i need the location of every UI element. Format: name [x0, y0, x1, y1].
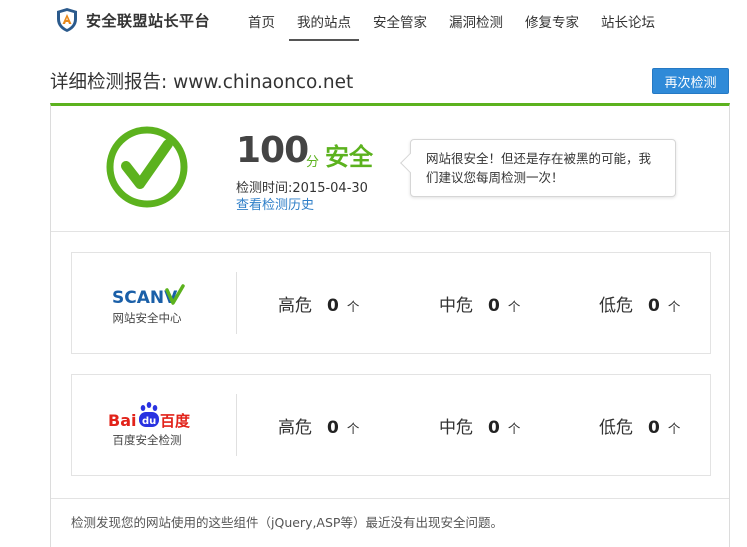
risk-label: 中危: [439, 418, 473, 438]
score-unit: 分: [306, 155, 320, 170]
baidu-medium-risk: 中危 0 个: [439, 413, 520, 438]
nav-repair-expert[interactable]: 修复专家: [517, 0, 587, 41]
recheck-button[interactable]: 再次检测: [652, 68, 729, 94]
scanv-logo: SCANV 网站安全中心: [72, 253, 237, 353]
nav-my-sites[interactable]: 我的站点: [289, 0, 359, 41]
risk-label: 低危: [599, 418, 633, 438]
risk-count: 0: [648, 296, 660, 316]
baidu-high-risk: 高危 0 个: [278, 413, 359, 438]
nav-home[interactable]: 首页: [240, 0, 283, 41]
divider: [236, 394, 237, 456]
risk-count: 0: [327, 418, 339, 438]
page-title: 详细检测报告: www.chinaonco.net: [50, 72, 354, 93]
nav-forum[interactable]: 站长论坛: [593, 0, 663, 41]
brand-name: 安全联盟站长平台: [86, 11, 211, 30]
advice-bubble: 网站很安全！但还是存在被黑的可能，我们建议您每周检测一次！: [400, 139, 676, 197]
risk-count: 0: [488, 418, 500, 438]
safe-check-icon: [106, 126, 188, 208]
nav-security-keeper[interactable]: 安全管家: [365, 0, 435, 41]
report-panel: 100 分 安全 检测时间:2015-04-30 查看检测历史 网站很安全！但还…: [50, 103, 730, 547]
risk-unit: 个: [507, 299, 521, 314]
risk-unit: 个: [667, 421, 681, 436]
main-nav: 首页 我的站点 安全管家 漏洞检测 修复专家 站长论坛: [240, 0, 669, 41]
risk-count: 0: [327, 296, 339, 316]
baidu-paw-logo-icon: Bai du 百度: [108, 402, 191, 430]
svg-text:Bai: Bai: [108, 411, 136, 430]
security-score: 100: [236, 130, 309, 171]
risk-unit: 个: [507, 421, 521, 436]
view-history-link[interactable]: 查看检测历史: [236, 194, 314, 213]
component-note: 检测发现您的网站使用的这些组件（jQuery,ASP等）最近没有出现安全问题。: [51, 498, 729, 540]
scanv-medium-risk: 中危 0 个: [439, 291, 520, 316]
scanv-high-risk: 高危 0 个: [278, 291, 359, 316]
engine-card-scanv: SCANV 网站安全中心 高危 0 个 中危 0 个 低危 0 个: [71, 252, 711, 354]
shield-logo-icon: [57, 8, 77, 32]
risk-unit: 个: [346, 421, 360, 436]
engine-card-baidu: Bai du 百度 百度安全检测 高危 0 个 中危 0 个 低危 0 个: [71, 374, 711, 476]
risk-label: 中危: [439, 296, 473, 316]
svg-text:du: du: [142, 416, 156, 427]
scanv-name: 网站安全中心: [112, 311, 182, 325]
divider: [236, 272, 237, 334]
baidu-low-risk: 低危 0 个: [599, 413, 680, 438]
status-label: 安全: [325, 143, 373, 171]
risk-unit: 个: [346, 299, 360, 314]
svg-text:百度: 百度: [160, 412, 191, 430]
score-summary: 100 分 安全 检测时间:2015-04-30 查看检测历史 网站很安全！但还…: [51, 106, 729, 232]
top-navigation: 安全联盟站长平台 首页 我的站点 安全管家 漏洞检测 修复专家 站长论坛: [0, 0, 747, 44]
risk-count: 0: [648, 418, 660, 438]
baidu-name: 百度安全检测: [112, 433, 182, 447]
bubble-arrow: [400, 153, 420, 173]
scanv-low-risk: 低危 0 个: [599, 291, 680, 316]
nav-vuln-scan[interactable]: 漏洞检测: [441, 0, 511, 41]
baidu-logo: Bai du 百度 百度安全检测: [72, 375, 237, 475]
site-logo[interactable]: 安全联盟站长平台: [56, 7, 210, 33]
risk-label: 高危: [278, 418, 312, 438]
risk-label: 高危: [278, 296, 312, 316]
risk-label: 低危: [599, 296, 633, 316]
risk-unit: 个: [667, 299, 681, 314]
advice-text: 网站很安全！但还是存在被黑的可能，我们建议您每周检测一次！: [426, 151, 652, 185]
risk-count: 0: [488, 296, 500, 316]
